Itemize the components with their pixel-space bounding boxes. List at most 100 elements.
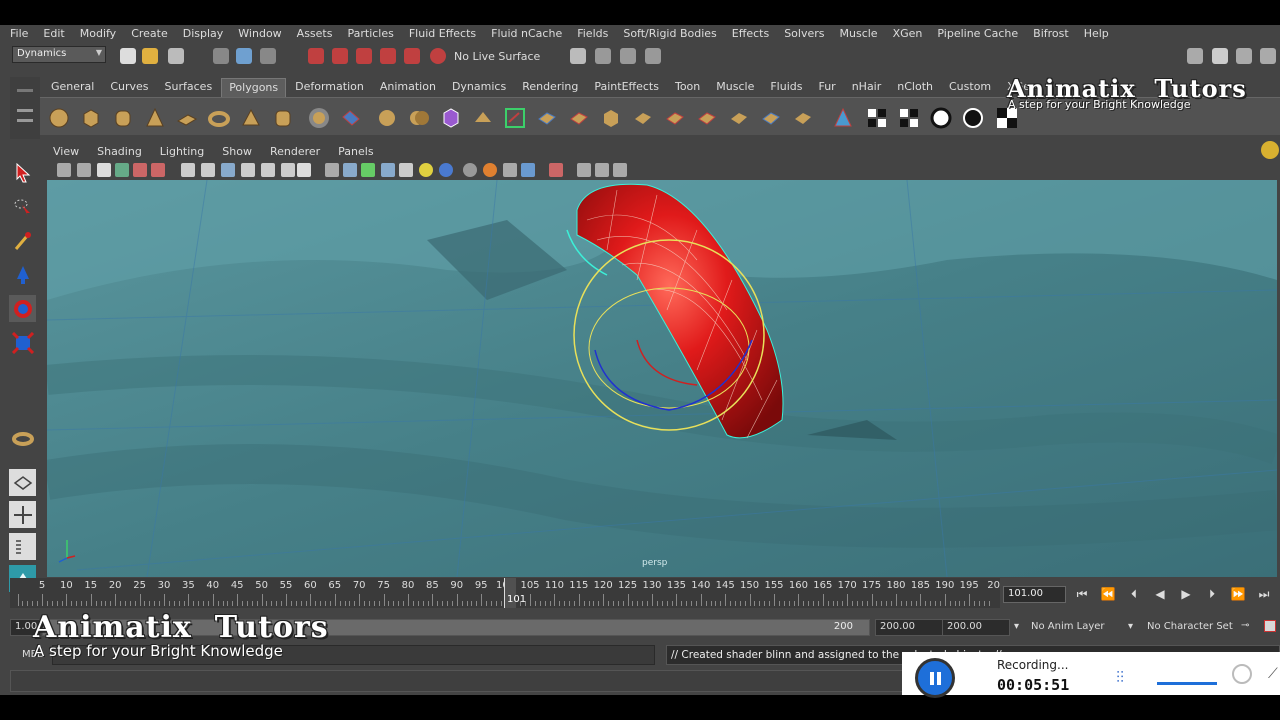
select-tool-icon[interactable] [9,159,36,186]
four-view-layout-icon[interactable] [9,501,36,528]
depth-of-field-icon[interactable] [503,163,517,177]
time-slider[interactable]: 5101520253035404550556065707580859095100… [10,578,1000,608]
mirror-icon[interactable] [504,107,526,129]
torus-last-tool-icon[interactable] [9,425,36,452]
tab-painteffects[interactable]: PaintEffects [587,78,666,97]
xray-icon[interactable] [549,163,563,177]
make-live-icon[interactable] [430,48,446,64]
character-set-chevron-icon[interactable]: ▾ [1128,621,1133,632]
planar-map-icon[interactable] [866,107,888,129]
poly-sphere-icon[interactable] [48,107,70,129]
ipr-render-icon[interactable] [620,48,636,64]
xray-active-icon[interactable] [595,163,609,177]
lasso-tool-icon[interactable] [9,193,36,220]
anim-end-field[interactable]: 200.00 [942,619,1010,636]
hud-icon[interactable] [613,163,627,177]
menu-muscle[interactable]: Muscle [840,27,878,40]
save-scene-icon[interactable] [168,48,184,64]
menu-soft-rigid-bodies[interactable]: Soft/Rigid Bodies [623,27,716,40]
use-all-lights-icon[interactable] [399,163,413,177]
current-time-indicator[interactable]: 101 [504,578,526,608]
menu-modify[interactable]: Modify [80,27,116,40]
offset-loop-icon[interactable] [728,107,750,129]
scale-tool-icon[interactable] [9,329,36,356]
cylindrical-map-icon[interactable] [898,107,920,129]
boolean-icon[interactable] [408,107,430,129]
reduce-icon[interactable] [472,107,494,129]
tab-deformation[interactable]: Deformation [288,78,371,97]
panel-menu-lighting[interactable]: Lighting [160,145,204,158]
rotate-tool-icon[interactable] [9,295,36,322]
move-tool-icon[interactable] [9,261,36,288]
menu-window[interactable]: Window [238,27,281,40]
menu-help[interactable]: Help [1084,27,1109,40]
grid-icon[interactable] [181,163,195,177]
append-icon[interactable] [632,107,654,129]
textured-icon[interactable] [381,163,395,177]
split-icon[interactable] [664,107,686,129]
render-icon[interactable] [595,48,611,64]
poly-helix-icon[interactable] [308,107,330,129]
menu-fields[interactable]: Fields [577,27,608,40]
tab-animation[interactable]: Animation [373,78,443,97]
grease-pencil-icon[interactable] [151,163,165,177]
menu-pipeline-cache[interactable]: Pipeline Cache [937,27,1018,40]
menu-solvers[interactable]: Solvers [784,27,824,40]
panel-menu-panels[interactable]: Panels [338,145,373,158]
tab-fluids[interactable]: Fluids [763,78,809,97]
tab-fur[interactable]: Fur [811,78,842,97]
character-set-dropdown[interactable]: No Character Set [1147,621,1233,632]
menu-create[interactable]: Create [131,27,168,40]
extrude-icon[interactable] [536,107,558,129]
history-icon[interactable] [570,48,586,64]
wireframe-on-shaded-icon[interactable] [361,163,375,177]
tab-muscle[interactable]: Muscle [709,78,761,97]
step-back-key-icon[interactable]: ⏴ [1125,586,1143,603]
menu-particles[interactable]: Particles [347,27,393,40]
shadows-icon[interactable] [419,163,433,177]
step-forward-key-icon[interactable]: ⏵ [1203,586,1221,603]
automatic-map-icon[interactable] [962,107,984,129]
smooth-shade-icon[interactable] [343,163,357,177]
screen-space-ao-icon[interactable] [439,163,453,177]
tab-general[interactable]: General [44,78,101,97]
perspective-viewport[interactable]: persp [47,180,1277,577]
two-d-pan-icon[interactable] [133,163,147,177]
snap-surface-icon[interactable] [404,48,420,64]
gate-mask-icon[interactable] [241,163,255,177]
field-chart-icon[interactable] [261,163,275,177]
motion-blur-icon[interactable] [463,163,477,177]
smooth-icon[interactable] [440,107,462,129]
tab-polygons[interactable]: Polygons [221,78,287,97]
play-backwards-icon[interactable]: ◀ [1151,586,1169,603]
menu-edit[interactable]: Edit [43,27,64,40]
tab-custom[interactable]: Custom [942,78,998,97]
preferences-icon[interactable] [1264,620,1276,632]
poly-prism-icon[interactable] [240,107,262,129]
tab-nhair[interactable]: nHair [845,78,889,97]
anim-layer-chevron-icon[interactable]: ▾ [1014,621,1019,632]
film-gate-icon[interactable] [201,163,215,177]
wireframe-icon[interactable] [325,163,339,177]
safe-title-icon[interactable] [297,163,311,177]
select-hierarchy-icon[interactable] [213,48,229,64]
uv-editor-icon[interactable] [832,107,854,129]
new-scene-icon[interactable] [120,48,136,64]
menu-fluid-ncache[interactable]: Fluid nCache [491,27,562,40]
merge-icon[interactable] [760,107,782,129]
tab-dynamics[interactable]: Dynamics [445,78,513,97]
spherical-map-icon[interactable] [930,107,952,129]
outliner-layout-icon[interactable] [9,533,36,560]
image-plane-icon[interactable] [115,163,129,177]
panel-menu-view[interactable]: View [53,145,79,158]
collapse-icon[interactable] [792,107,814,129]
insert-loop-icon[interactable] [696,107,718,129]
snap-point-icon[interactable] [356,48,372,64]
volume-level-bar[interactable] [1157,682,1217,685]
menu-set-dropdown[interactable]: Dynamics ▼ [12,46,106,63]
paint-select-tool-icon[interactable] [9,227,36,254]
menu-xgen[interactable]: XGen [893,27,923,40]
menu-effects[interactable]: Effects [732,27,769,40]
attribute-editor-icon[interactable] [1212,48,1228,64]
channel-box-icon[interactable] [1260,48,1276,64]
